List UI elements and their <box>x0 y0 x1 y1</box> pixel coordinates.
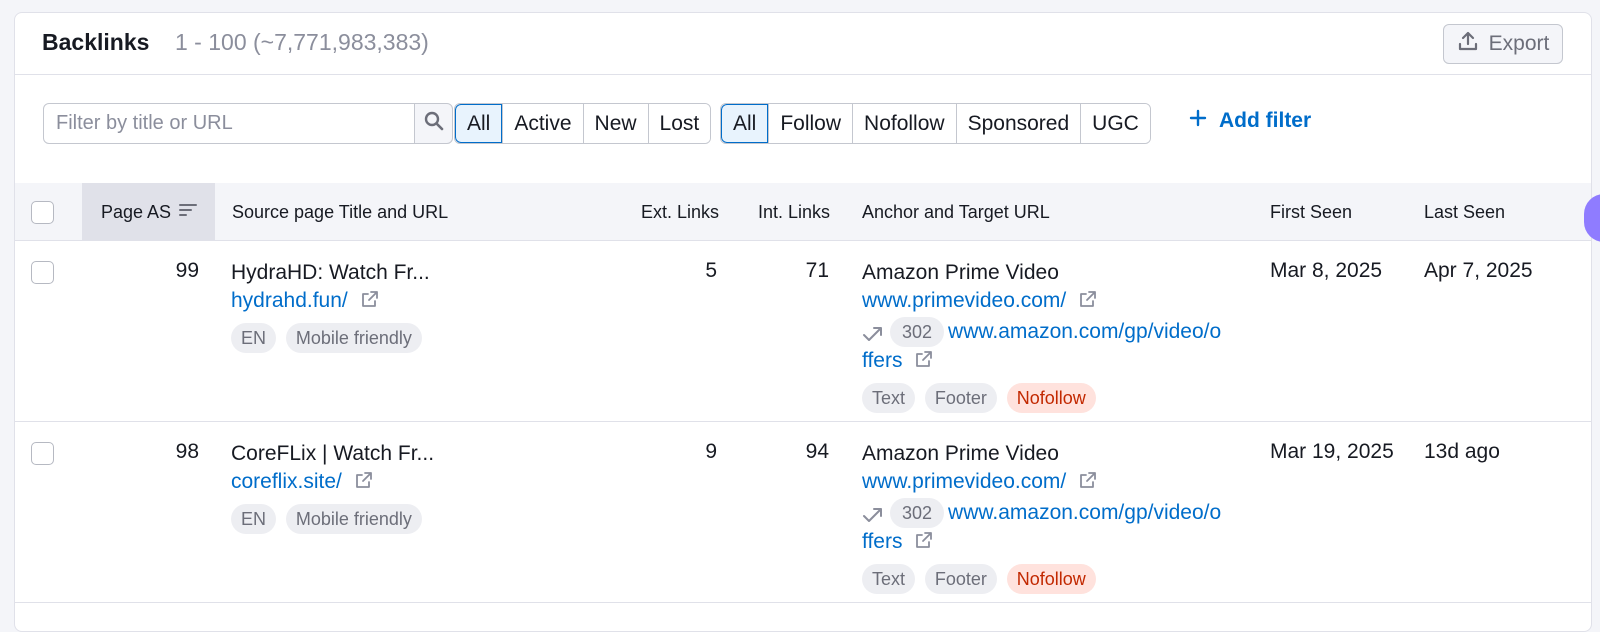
status-all[interactable]: All <box>455 104 503 143</box>
export-button[interactable]: Export <box>1443 24 1563 64</box>
column-last-seen[interactable]: Last Seen <box>1424 183 1505 241</box>
backlinks-panel: Backlinks 1 - 100 (~7,771,983,383) Expor… <box>14 12 1592 632</box>
type-all[interactable]: All <box>721 104 769 143</box>
redirect-url-continued[interactable]: ffers <box>862 530 902 553</box>
type-sponsored[interactable]: Sponsored <box>955 104 1081 143</box>
upload-icon <box>1457 30 1479 58</box>
type-follow[interactable]: Follow <box>768 104 853 143</box>
link-footer-tag: Footer <box>924 383 997 413</box>
external-link-icon[interactable] <box>1078 289 1098 317</box>
status-new[interactable]: New <box>582 104 648 143</box>
link-type-filter-group: All Follow Nofollow Sponsored UGC <box>720 103 1151 144</box>
panel-header: Backlinks 1 - 100 (~7,771,983,383) Expor… <box>15 13 1591 75</box>
type-nofollow[interactable]: Nofollow <box>852 104 956 143</box>
export-label: Export <box>1488 32 1550 55</box>
row-checkbox[interactable] <box>31 261 54 284</box>
row-checkbox[interactable] <box>31 442 54 465</box>
page-title: Backlinks <box>42 29 150 55</box>
results-count: 1 - 100 (~7,771,983,383) <box>175 29 429 55</box>
ext-links-value: 5 <box>705 259 717 282</box>
external-link-icon[interactable] <box>914 349 934 377</box>
type-ugc[interactable]: UGC <box>1080 104 1150 143</box>
add-filter-label: Add filter <box>1219 109 1312 132</box>
target-url[interactable]: www.primevideo.com/ <box>862 289 1066 312</box>
anchor-text: Amazon Prime Video <box>862 442 1059 465</box>
column-ext-links[interactable]: Ext. Links <box>641 183 719 241</box>
table-row: 98 CoreFLix | Watch Fr... coreflix.site/… <box>15 422 1591 603</box>
int-links-value: 71 <box>805 259 829 282</box>
external-link-icon[interactable] <box>354 470 374 498</box>
status-filter-group: All Active New Lost <box>454 103 712 144</box>
last-seen-value: Apr 7, 2025 <box>1424 259 1533 282</box>
first-seen-value: Mar 8, 2025 <box>1270 259 1383 282</box>
external-link-icon[interactable] <box>360 289 380 317</box>
source-title: HydraHD: Watch Fr... <box>231 261 430 284</box>
redirect-url[interactable]: www.amazon.com/gp/video/o <box>948 501 1221 524</box>
anchor-text: Amazon Prime Video <box>862 261 1059 284</box>
redirect-code-badge: 302 <box>890 317 945 347</box>
search-icon <box>423 110 445 137</box>
column-page-as-label: Page AS <box>101 201 172 222</box>
column-anchor[interactable]: Anchor and Target URL <box>862 183 1050 241</box>
status-active[interactable]: Active <box>502 104 583 143</box>
redirect-arrow-icon <box>862 504 886 524</box>
search-button[interactable] <box>414 103 453 144</box>
source-title: CoreFLix | Watch Fr... <box>231 442 435 465</box>
source-cell: CoreFLix | Watch Fr... coreflix.site/ EN… <box>231 440 631 534</box>
link-footer-tag: Footer <box>924 564 997 594</box>
add-filter-button[interactable]: Add filter <box>1189 109 1311 133</box>
first-seen-value: Mar 19, 2025 <box>1270 440 1394 463</box>
nofollow-tag: Nofollow <box>1006 383 1096 413</box>
anchor-cell: Amazon Prime Video www.primevideo.com/ 3… <box>862 259 1242 413</box>
language-tag: EN <box>231 323 277 353</box>
redirect-url-continued[interactable]: ffers <box>862 349 902 372</box>
source-cell: HydraHD: Watch Fr... hydrahd.fun/ EN Mob… <box>231 259 631 353</box>
language-tag: EN <box>231 504 277 534</box>
anchor-cell: Amazon Prime Video www.primevideo.com/ 3… <box>862 440 1242 594</box>
page-as-value: 98 <box>175 440 199 463</box>
table-row: 99 HydraHD: Watch Fr... hydrahd.fun/ EN … <box>15 241 1591 422</box>
filter-bar: All Active New Lost All Follow Nofollow … <box>15 75 1591 183</box>
column-int-links[interactable]: Int. Links <box>758 183 830 241</box>
mobile-friendly-tag: Mobile friendly <box>285 504 422 534</box>
mobile-friendly-tag: Mobile friendly <box>285 323 422 353</box>
last-seen-value: 13d ago <box>1424 440 1500 463</box>
source-url[interactable]: hydrahd.fun/ <box>231 289 348 312</box>
external-link-icon[interactable] <box>1078 470 1098 498</box>
column-source[interactable]: Source page Title and URL <box>232 183 448 241</box>
column-first-seen[interactable]: First Seen <box>1270 183 1352 241</box>
external-link-icon[interactable] <box>914 530 934 558</box>
sort-descending-icon <box>179 202 198 223</box>
status-lost[interactable]: Lost <box>647 104 711 143</box>
table-header: Page AS Source page Title and URL Ext. L… <box>15 183 1591 241</box>
int-links-value: 94 <box>805 440 829 463</box>
link-text-tag: Text <box>862 383 916 413</box>
page-as-value: 99 <box>175 259 199 282</box>
redirect-arrow-icon <box>862 323 886 343</box>
redirect-url[interactable]: www.amazon.com/gp/video/o <box>948 320 1221 343</box>
ext-links-value: 9 <box>705 440 717 463</box>
nofollow-tag: Nofollow <box>1006 564 1096 594</box>
link-text-tag: Text <box>862 564 916 594</box>
column-page-as[interactable]: Page AS <box>82 183 215 241</box>
source-url[interactable]: coreflix.site/ <box>231 470 342 493</box>
select-all-checkbox[interactable] <box>31 183 54 241</box>
plus-icon <box>1189 109 1207 133</box>
search-input[interactable] <box>43 103 415 144</box>
redirect-code-badge: 302 <box>890 498 945 528</box>
target-url[interactable]: www.primevideo.com/ <box>862 470 1066 493</box>
